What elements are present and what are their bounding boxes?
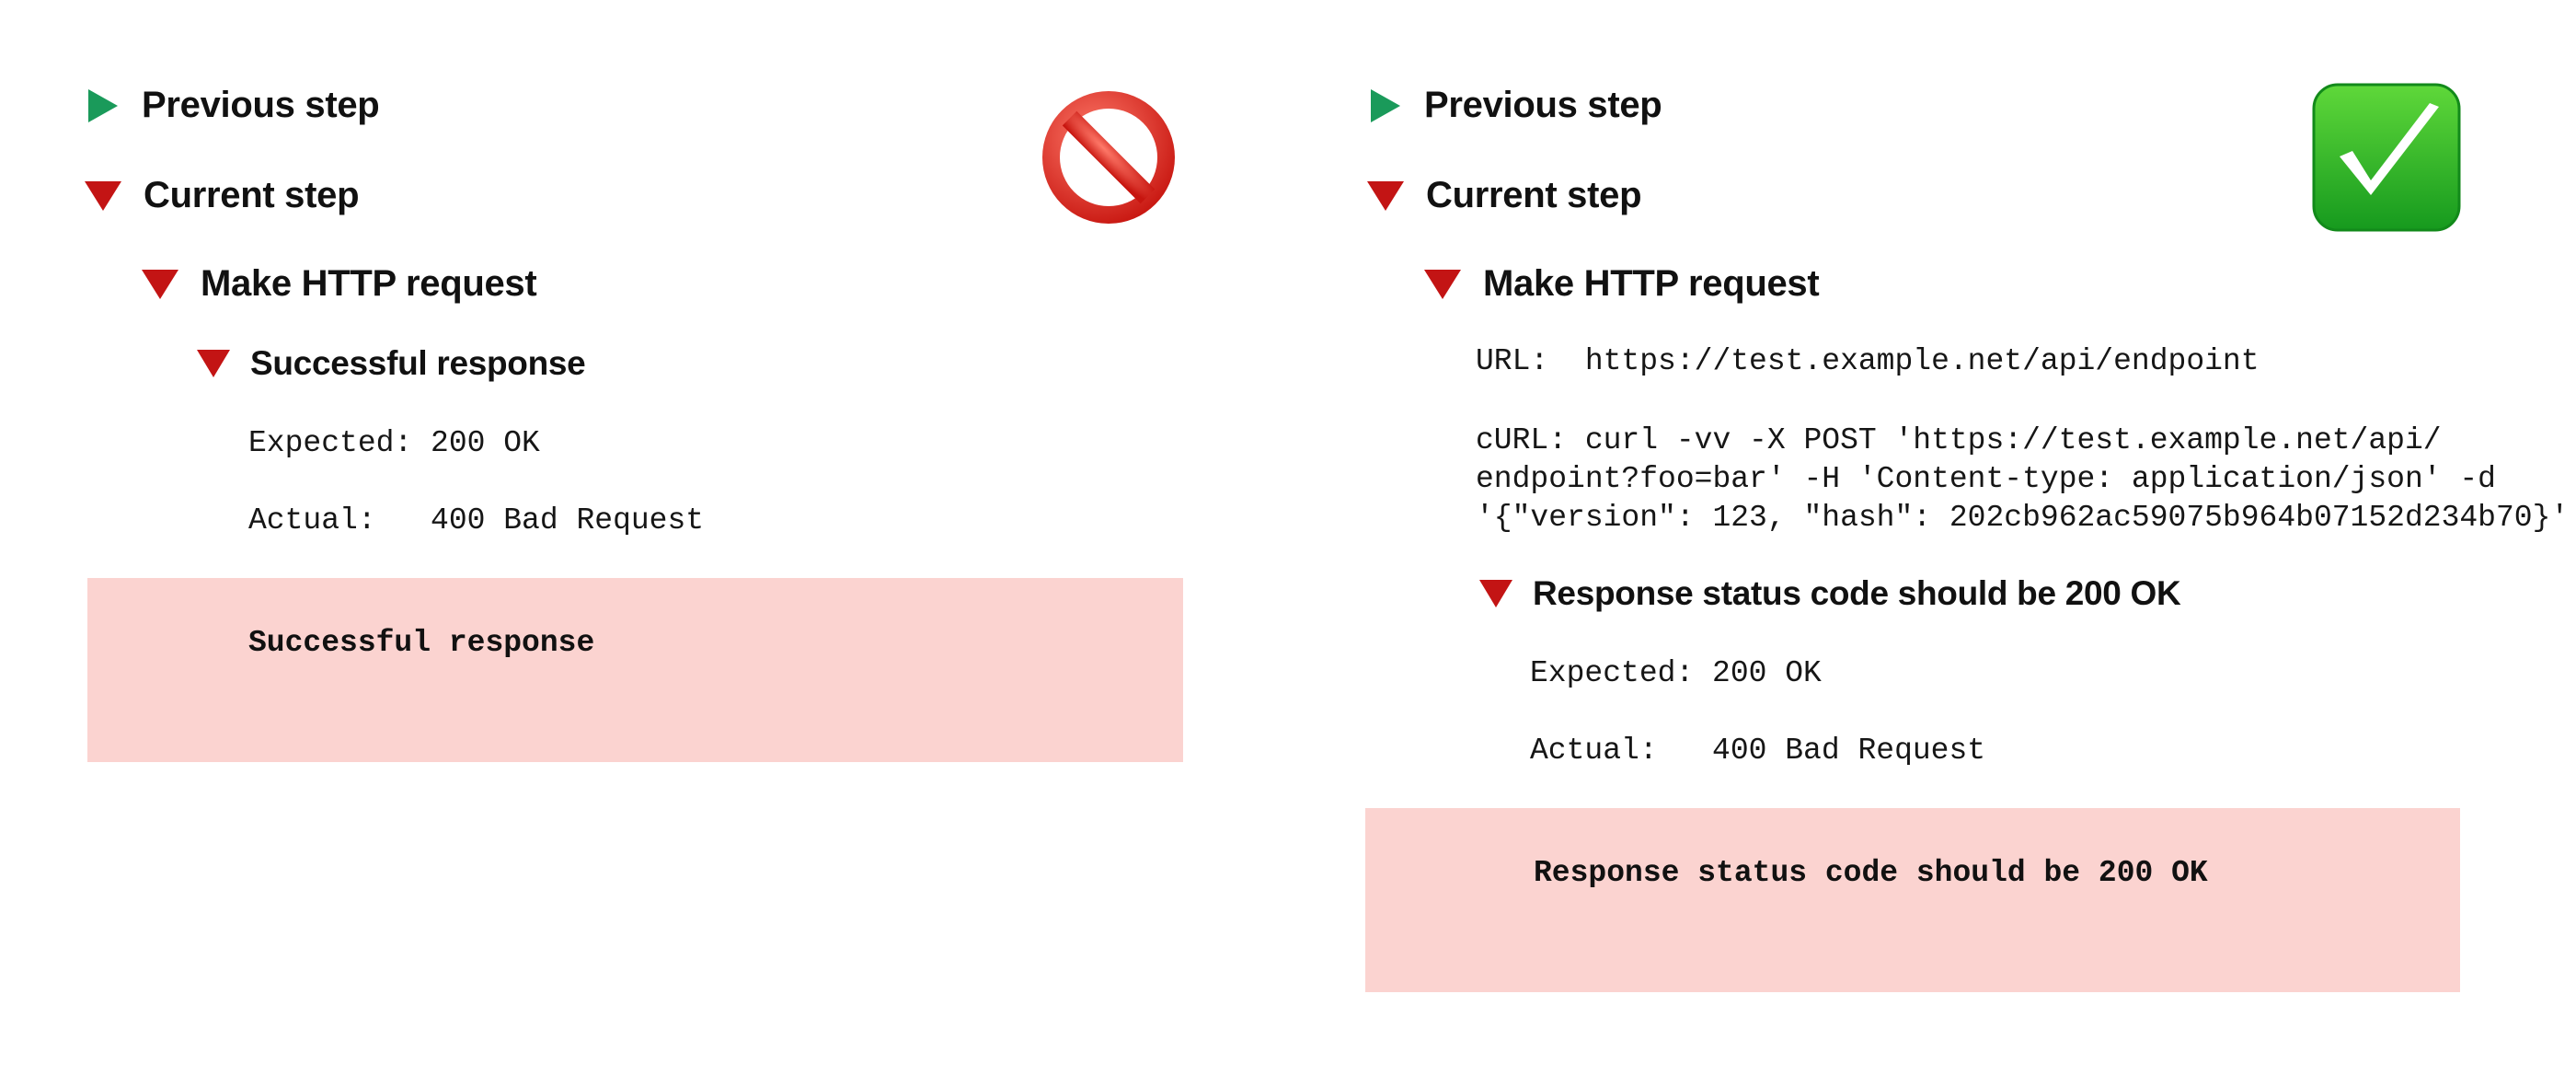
error-message-text: Response status code should be 200 OK bbox=[1534, 856, 2208, 890]
expanded-triangle-icon[interactable] bbox=[85, 180, 121, 211]
expanded-triangle-icon[interactable] bbox=[1424, 269, 1461, 299]
expanded-triangle-icon[interactable] bbox=[142, 269, 178, 299]
request-url: URL: https://test.example.net/api/endpoi… bbox=[1476, 344, 2260, 378]
actual-value: Actual: 400 Bad Request bbox=[248, 503, 705, 538]
prohibited-icon bbox=[1042, 91, 1175, 224]
actual-value: Actual: 400 Bad Request bbox=[1530, 734, 1986, 768]
substep-http-request-label: Make HTTP request bbox=[201, 263, 537, 304]
expected-value: Expected: 200 OK bbox=[1530, 656, 1822, 690]
step-current-label: Current step bbox=[144, 175, 360, 215]
collapsed-triangle-icon[interactable] bbox=[1371, 88, 1400, 122]
expected-value: Expected: 200 OK bbox=[248, 426, 540, 460]
step-current[interactable]: Current step bbox=[85, 175, 360, 216]
check-status-code[interactable]: Response status code should be 200 OK bbox=[1479, 574, 2181, 613]
step-current[interactable]: Current step bbox=[1367, 175, 1642, 216]
check-title: Successful response bbox=[250, 344, 586, 382]
substep-http-request-label: Make HTTP request bbox=[1483, 263, 1820, 304]
error-message-box bbox=[87, 578, 1183, 762]
check-successful-response[interactable]: Successful response bbox=[197, 344, 586, 383]
good-example-panel: Previous step Current step Make HTTP req… bbox=[1288, 0, 2576, 1075]
check-title: Response status code should be 200 OK bbox=[1533, 574, 2181, 612]
expanded-triangle-icon[interactable] bbox=[1479, 580, 1512, 607]
substep-http-request[interactable]: Make HTTP request bbox=[1424, 263, 1820, 305]
substep-http-request[interactable]: Make HTTP request bbox=[142, 263, 537, 305]
step-previous-label: Previous step bbox=[142, 85, 380, 125]
step-previous[interactable]: Previous step bbox=[88, 85, 380, 126]
error-message-box bbox=[1365, 808, 2460, 992]
expanded-triangle-icon[interactable] bbox=[197, 350, 230, 377]
collapsed-triangle-icon[interactable] bbox=[88, 88, 118, 122]
step-previous-label: Previous step bbox=[1424, 85, 1662, 125]
step-current-label: Current step bbox=[1426, 175, 1642, 215]
check-mark-icon bbox=[2312, 83, 2461, 232]
expanded-triangle-icon[interactable] bbox=[1367, 180, 1404, 211]
bad-example-panel: Previous step Current step Make HTTP req… bbox=[0, 0, 1288, 1075]
curl-line-2: endpoint?foo=bar' -H 'Content-type: appl… bbox=[1476, 462, 2496, 496]
curl-line-3: '{"version": 123, "hash": 202cb962ac5907… bbox=[1476, 501, 2570, 535]
curl-line-1: cURL: curl -vv -X POST 'https://test.exa… bbox=[1476, 423, 2442, 457]
step-previous[interactable]: Previous step bbox=[1371, 85, 1662, 126]
error-message-text: Successful response bbox=[248, 626, 595, 660]
